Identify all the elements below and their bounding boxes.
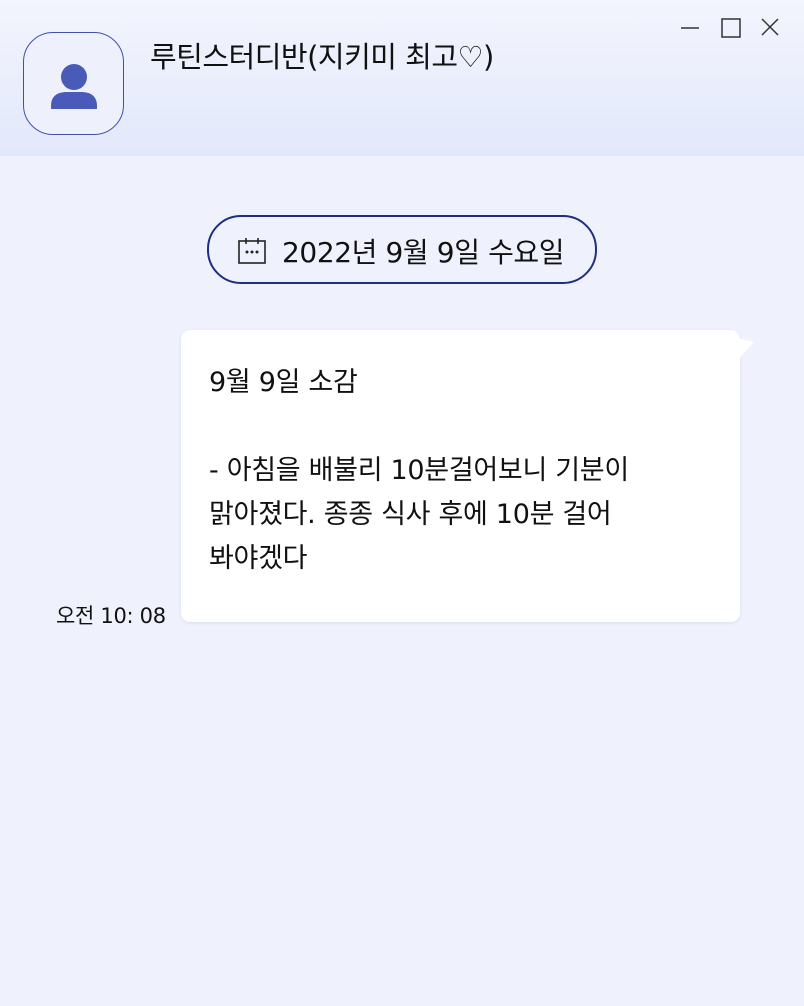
minimize-icon — [681, 27, 699, 29]
calendar-icon — [238, 238, 266, 264]
chat-header: 루틴스터디반(지키미 최고♡) — [0, 0, 804, 156]
message-line: 맑아졌다. 종종 식사 후에 10분 걸어 — [209, 499, 612, 530]
message-line: 9월 9일 소감 — [209, 367, 358, 398]
date-divider: 2022년 9월 9일 수요일 — [207, 215, 597, 284]
message-line: - 아침을 배불리 10분걸어보니 기분이 — [209, 455, 629, 486]
message-line: 봐야겠다 — [209, 543, 308, 574]
message-timestamp: 오전 10: 08 — [56, 604, 166, 628]
avatar[interactable] — [23, 32, 124, 135]
maximize-button[interactable] — [718, 14, 744, 40]
bubble-tail — [738, 338, 754, 360]
close-button[interactable] — [757, 14, 783, 40]
date-label: 2022년 9월 9일 수요일 — [282, 236, 565, 269]
chat-title: 루틴스터디반(지키미 최고♡) — [150, 40, 494, 74]
minimize-button[interactable] — [677, 14, 703, 40]
maximize-icon — [721, 18, 741, 38]
close-icon — [761, 18, 779, 36]
person-icon — [51, 64, 97, 109]
